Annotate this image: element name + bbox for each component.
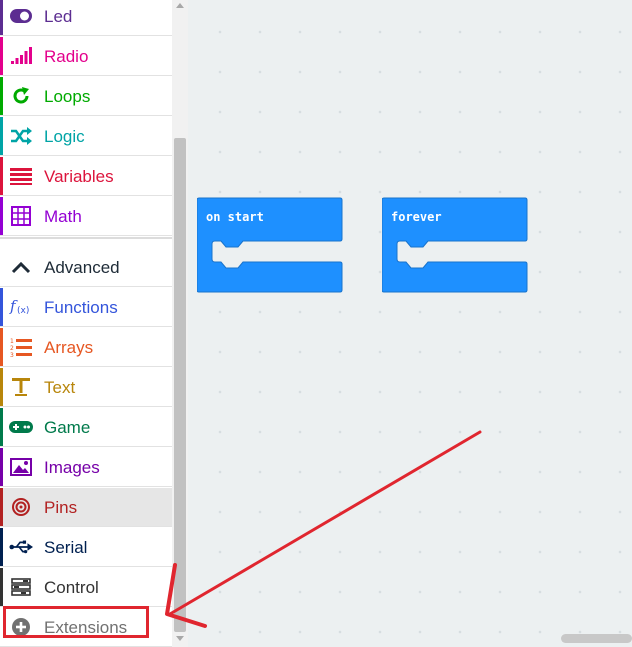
- annotation-arrow: [165, 430, 482, 628]
